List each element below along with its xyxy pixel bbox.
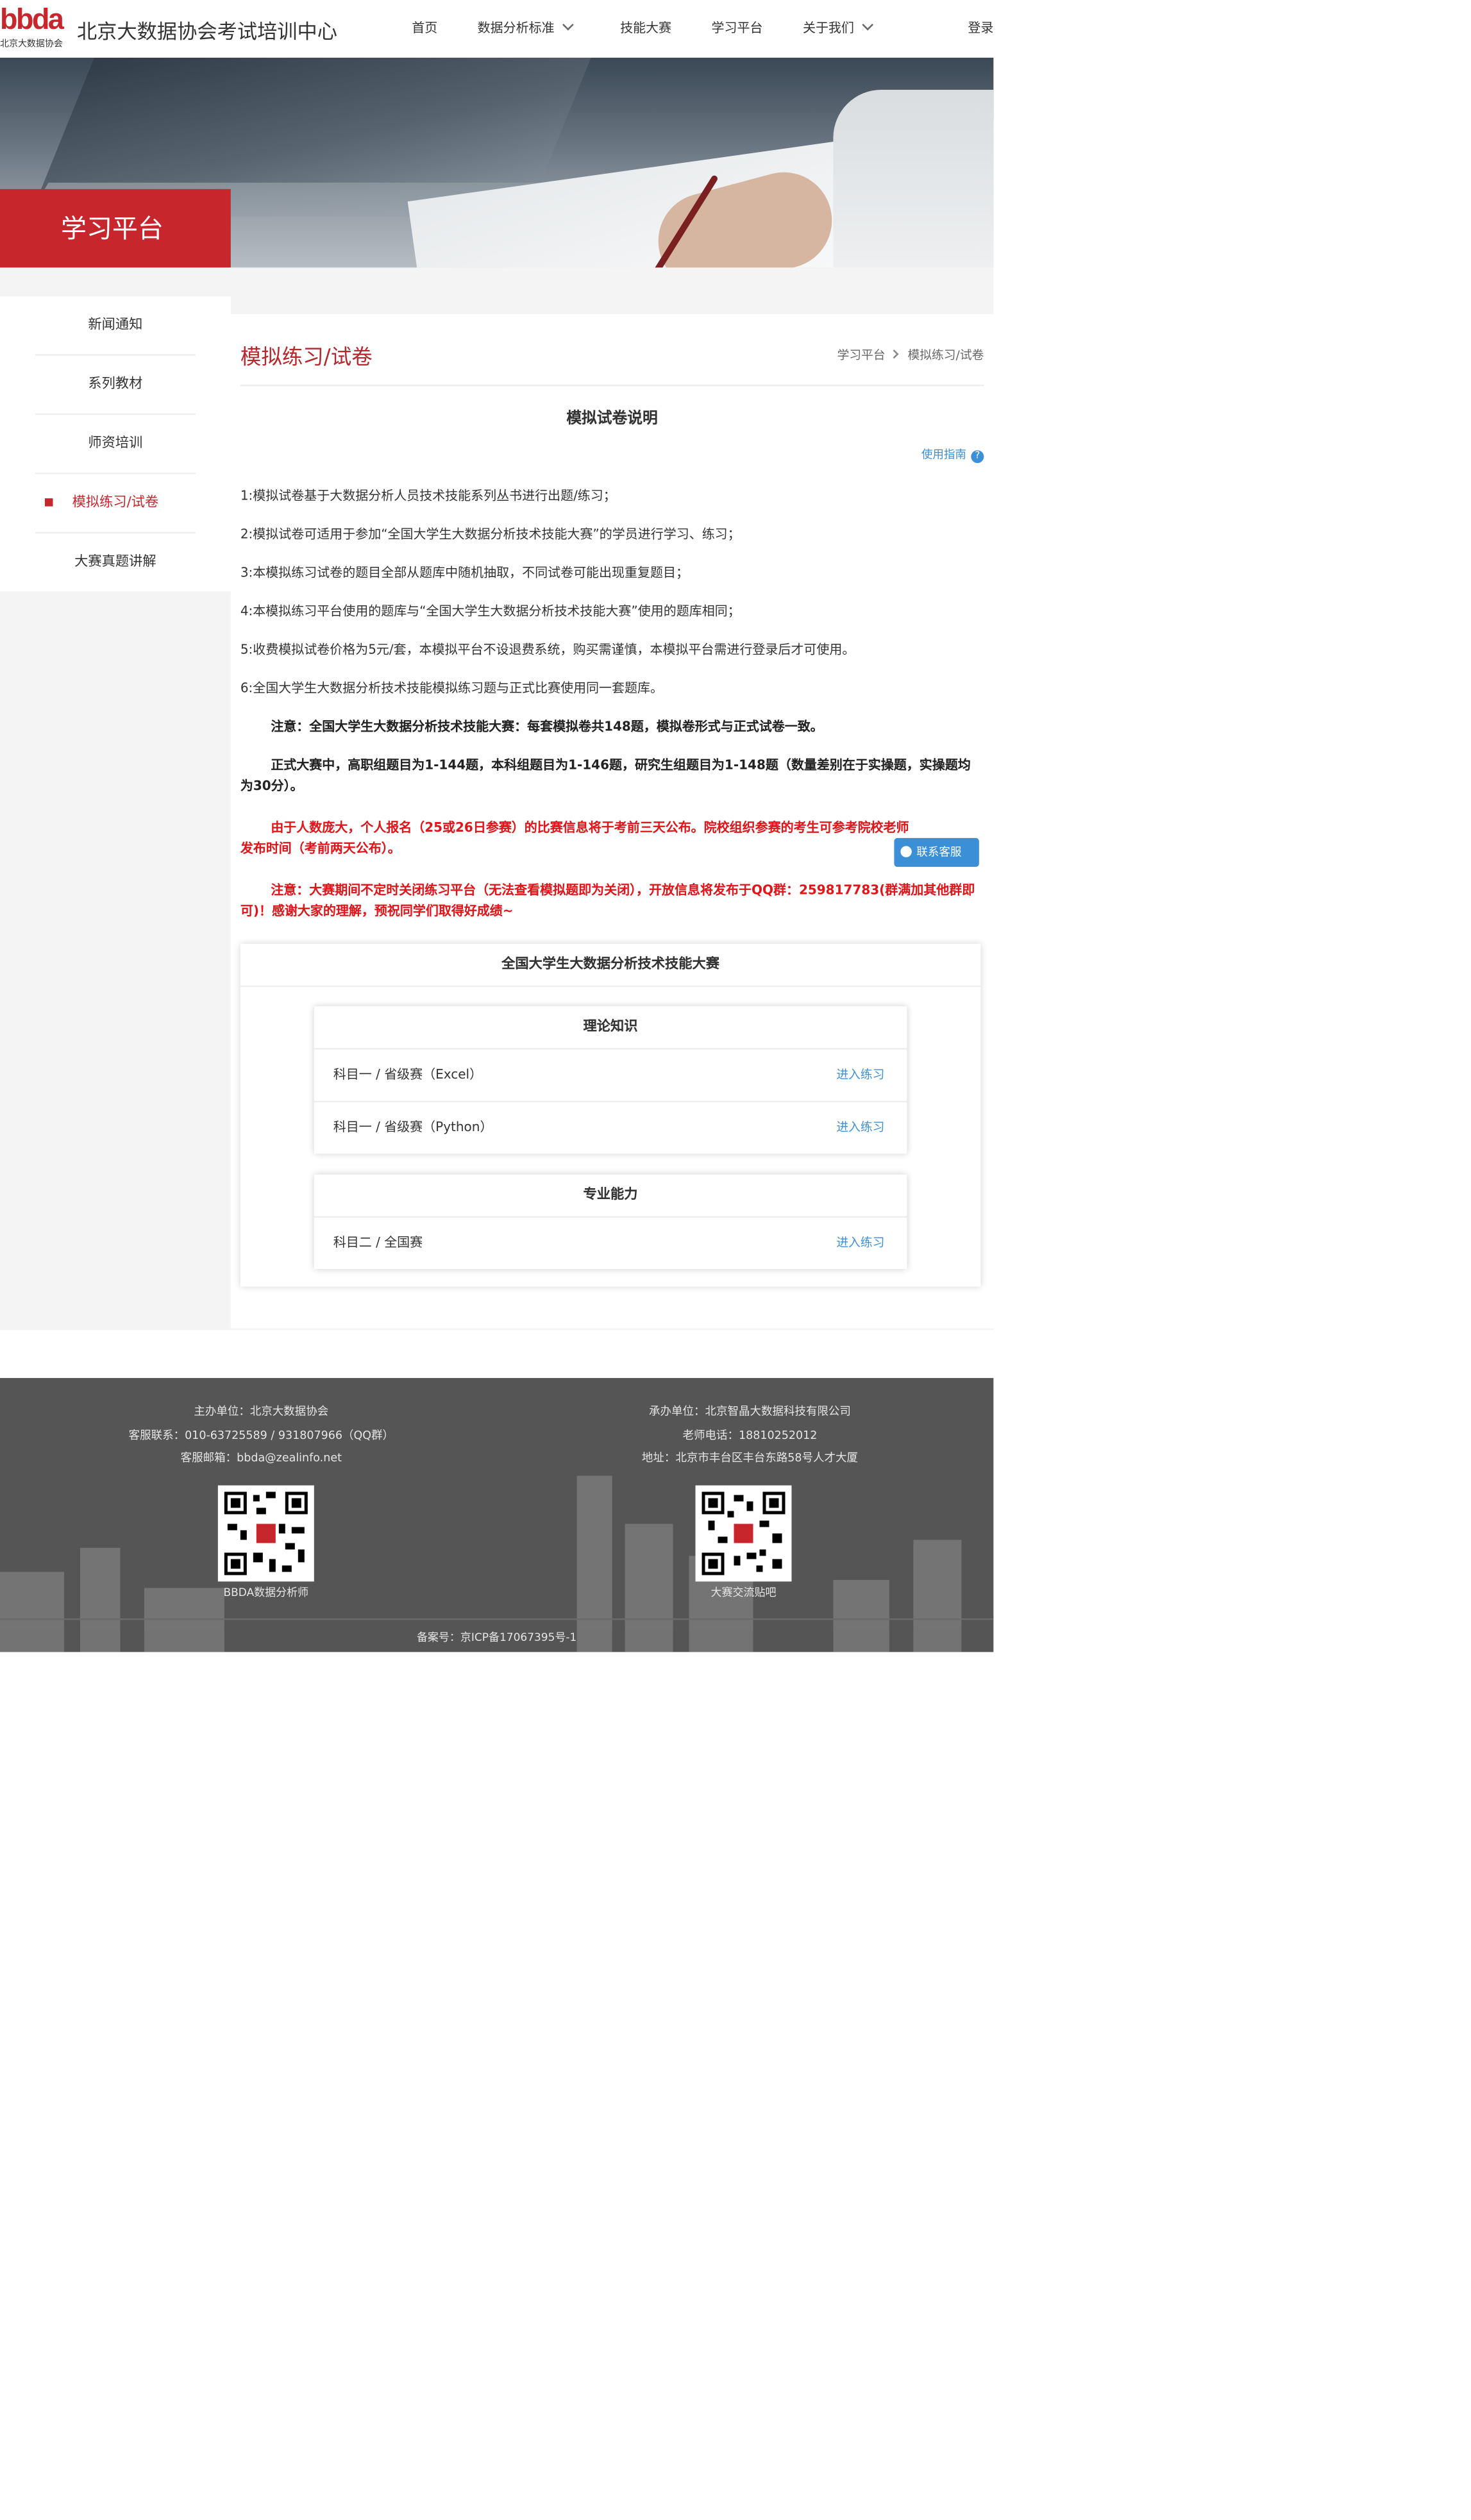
chevron-down-icon <box>562 19 574 31</box>
breadcrumb-item[interactable]: 模拟练习/试卷 <box>908 348 984 362</box>
page-title: 模拟练习/试卷 <box>240 346 373 371</box>
exam-label: 科目一 / 省级赛（Excel） <box>333 1067 483 1082</box>
breadcrumb: 学习平台 模拟练习/试卷 <box>837 346 984 364</box>
help-icon: ? <box>971 450 984 464</box>
sidebar-item-teacher-training[interactable]: 师资培训 <box>35 415 196 475</box>
rule-item: 6:全国大学生大数据分析技术技能模拟练习题与正式比赛使用同一套题库。 <box>240 681 664 696</box>
qr-caption: BBDA数据分析师 <box>223 1586 309 1599</box>
logo-mark: bbda <box>0 3 64 35</box>
sidebar: 新闻通知 系列教材 师资培训 模拟练习/试卷 大赛真题讲解 <box>0 296 231 592</box>
nav-about[interactable]: 关于我们 <box>802 19 873 37</box>
rule-item: 2:模拟试卷可适用于参加“全国大学生大数据分析技术技能大赛”的学员进行学习、练习… <box>240 527 741 542</box>
enter-practice-link[interactable]: 进入练习 <box>836 1102 884 1154</box>
exam-row: 科目一 / 省级赛（Python） 进入练习 <box>314 1102 907 1154</box>
exam-label: 科目一 / 省级赛（Python） <box>333 1120 493 1135</box>
contact-support-button[interactable]: 联系客服 <box>894 837 979 867</box>
footer-line: 客服邮箱：bbda@zealinfo.net <box>180 1452 342 1465</box>
theory-card: 理论知识 科目一 / 省级赛（Excel） 进入练习 科目一 / 省级赛（Pyt… <box>314 1006 907 1154</box>
sidebar-item-news[interactable]: 新闻通知 <box>35 296 196 356</box>
professional-card: 专业能力 科目二 / 全国赛 进入练习 <box>314 1174 907 1270</box>
breadcrumb-item[interactable]: 学习平台 <box>837 348 886 362</box>
qr-code-left <box>217 1485 314 1582</box>
chat-icon <box>900 846 912 857</box>
content-area: 新闻通知 系列教材 师资培训 模拟练习/试卷 大赛真题讲解 模拟练习/试卷 学习… <box>0 267 994 1331</box>
qr-caption: 大赛交流贴吧 <box>710 1586 777 1599</box>
doc-title: 模拟试卷说明 <box>566 410 658 428</box>
section-header: 模拟练习/试卷 学习平台 模拟练习/试卷 <box>240 340 984 387</box>
rule-item: 4:本模拟练习平台使用的题库与“全国大学生大数据分析技术技能大赛”使用的题库相同… <box>240 604 741 619</box>
nav-competition[interactable]: 技能大赛 <box>620 19 671 37</box>
chevron-right-icon <box>890 349 900 359</box>
banner-label: 学习平台 <box>0 189 231 268</box>
city-skyline-image <box>0 1475 962 1652</box>
enter-practice-link[interactable]: 进入练习 <box>836 1218 884 1269</box>
alert-text: 注意：大赛期间不定时关闭练习平台（无法查看模拟题即为关闭），开放信息将发布于QQ… <box>240 882 975 918</box>
enter-practice-link[interactable]: 进入练习 <box>836 1050 884 1101</box>
qr-code-icon <box>698 1488 789 1579</box>
nav-label: 关于我们 <box>802 21 854 35</box>
rule-item: 1:模拟试卷基于大数据分析人员技术技能系列丛书进行出题/练习； <box>240 489 616 503</box>
sidebar-item-past-papers[interactable]: 大赛真题讲解 <box>35 533 196 591</box>
exam-row: 科目二 / 全国赛 进入练习 <box>314 1218 907 1269</box>
qr-code-right <box>695 1485 792 1582</box>
alert-text: 由于人数庞大，个人报名（25或26日参赛）的比赛信息将于考前三天公布。院校组织参… <box>240 820 909 856</box>
card-title: 理论知识 <box>314 1006 907 1050</box>
footer-line: 老师电话：18810252012 <box>682 1428 818 1441</box>
main-panel: 模拟练习/试卷 学习平台 模拟练习/试卷 模拟试卷说明 使用指南? 1:模拟试卷基… <box>230 314 994 1329</box>
sidebar-item-label: 新闻通知 <box>88 317 143 333</box>
competition-panel: 全国大学生大数据分析技术技能大赛 理论知识 科目一 / 省级赛（Excel） 进… <box>240 943 981 1287</box>
nav-label: 学习平台 <box>711 21 763 35</box>
login-link[interactable]: 登录 <box>968 19 993 37</box>
nav-label: 首页 <box>412 21 438 35</box>
notice-text: 正式大赛中，高职组题目为1-144题，本科组题目为1-146题，研究生组题目为1… <box>240 757 971 793</box>
guide-link[interactable]: 使用指南? <box>921 447 984 464</box>
nav-label: 技能大赛 <box>620 21 672 35</box>
nav-learning-platform[interactable]: 学习平台 <box>712 19 763 37</box>
exam-label: 科目二 / 全国赛 <box>333 1235 423 1250</box>
bbda-logo[interactable]: bbda 北京大数据协会 <box>0 3 67 55</box>
sidebar-item-label: 模拟练习/试卷 <box>72 495 159 512</box>
active-marker-icon <box>44 498 53 507</box>
footer-divider <box>0 1618 994 1620</box>
footer-line: 承办单位：北京智晶大数据科技有限公司 <box>649 1405 851 1418</box>
icp-record[interactable]: 备案号：京ICP备17067395号-1 <box>0 1628 993 1644</box>
footer: 主办单位：北京大数据协会 客服联系：010-63725589 / 9318079… <box>0 1378 994 1652</box>
nav-home[interactable]: 首页 <box>412 19 437 37</box>
sidebar-item-label: 师资培训 <box>88 435 143 452</box>
qr-code-icon <box>221 1488 311 1579</box>
footer-line: 主办单位：北京大数据协会 <box>194 1405 329 1418</box>
footer-line: 客服联系：010-63725589 / 931807966（QQ群） <box>128 1428 394 1441</box>
guide-link-label: 使用指南 <box>921 448 966 462</box>
hero-banner: 学习平台 <box>0 57 994 268</box>
sidebar-item-label: 系列教材 <box>88 376 143 393</box>
footer-line: 地址：北京市丰台区丰台东路58号人才大厦 <box>641 1452 859 1465</box>
nav-data-standard[interactable]: 数据分析标准 <box>477 19 574 37</box>
footer-left-info: 主办单位：北京大数据协会 客服联系：010-63725589 / 9318079… <box>13 1400 510 1470</box>
rule-item: 5:收费模拟试卷价格为5元/套，本模拟平台不设退费系统，购买需谨慎，本模拟平台需… <box>240 643 855 657</box>
rule-item: 3:本模拟练习试卷的题目全部从题库中随机抽取，不同试卷可能出现重复题目； <box>240 566 689 580</box>
competition-title: 全国大学生大数据分析技术技能大赛 <box>240 944 981 987</box>
exam-row: 科目一 / 省级赛（Excel） 进入练习 <box>314 1050 907 1103</box>
logo-subtitle: 北京大数据协会 <box>0 40 63 50</box>
nav-label: 数据分析标准 <box>477 21 555 35</box>
card-title: 专业能力 <box>314 1175 907 1218</box>
page: bbda 北京大数据协会 北京大数据协会考试培训中心 首页 数据分析标准 技能大… <box>0 0 994 1652</box>
sidebar-item-label: 大赛真题讲解 <box>74 554 156 571</box>
contact-support-label: 联系客服 <box>916 846 962 859</box>
sidebar-item-textbooks[interactable]: 系列教材 <box>35 356 196 416</box>
top-header: bbda 北京大数据协会 北京大数据协会考试培训中心 首页 数据分析标准 技能大… <box>0 0 994 58</box>
notice-text: 注意：全国大学生大数据分析技术技能大赛：每套模拟卷共148题，模拟卷形式与正式试… <box>271 719 823 734</box>
footer-right-info: 承办单位：北京智晶大数据科技有限公司 老师电话：18810252012 地址：北… <box>501 1400 993 1470</box>
sidebar-item-mock-exams[interactable]: 模拟练习/试卷 <box>35 475 196 534</box>
banner-photo-sleeve <box>833 89 994 268</box>
site-title: 北京大数据协会考试培训中心 <box>76 19 338 44</box>
chevron-down-icon <box>862 19 873 31</box>
